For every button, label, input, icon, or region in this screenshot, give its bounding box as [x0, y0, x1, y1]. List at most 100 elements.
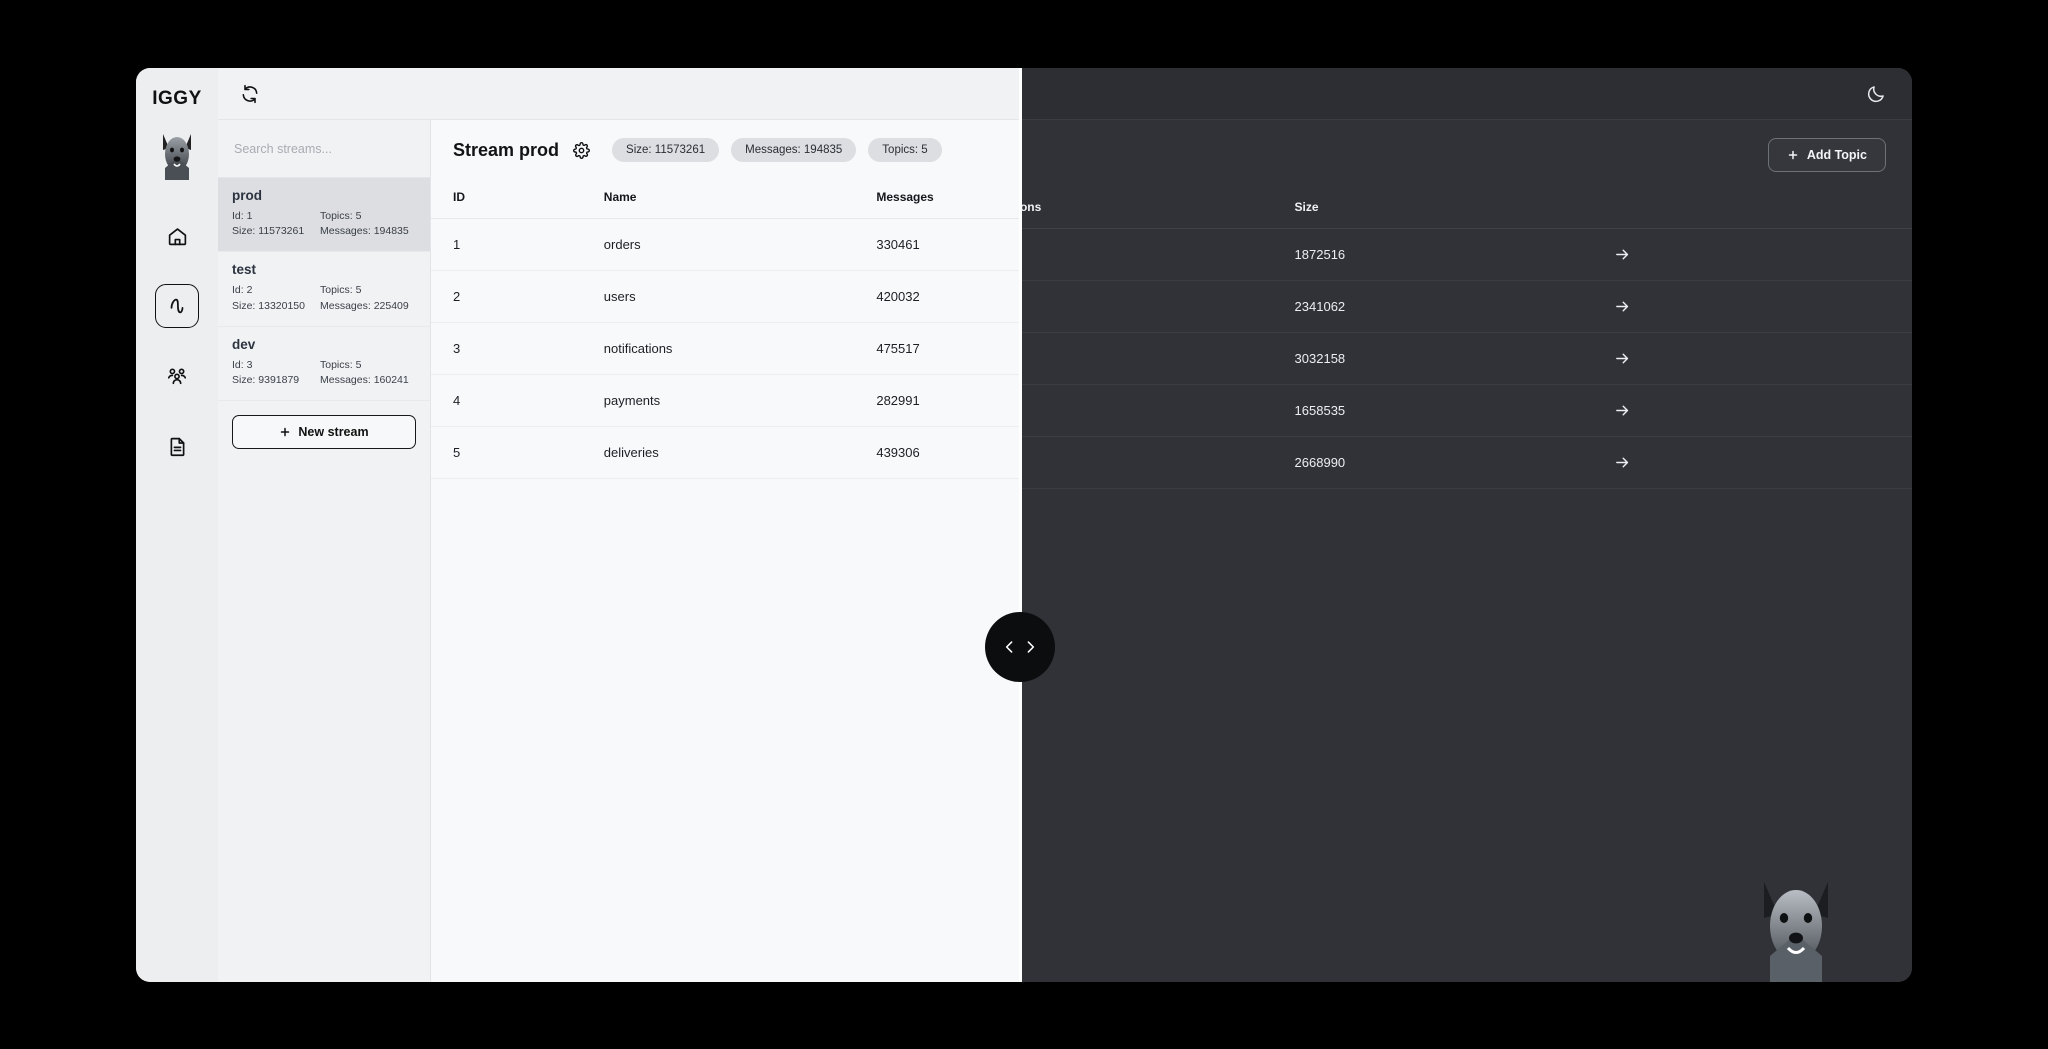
stream-topics: Topics: 5 — [320, 210, 362, 222]
stream-messages: Messages: 160241 — [320, 374, 409, 387]
stream-topics: Topics: 5 — [320, 358, 362, 371]
stream-list-panel: prod Id: 1 Topics: 5 Size: 11573261 Mess… — [218, 120, 431, 982]
cell-id: 4 — [431, 374, 582, 427]
sidebar-item-home[interactable] — [155, 214, 199, 258]
column-header-partitions[interactable]: Partitions — [1021, 186, 1273, 229]
new-stream-button[interactable]: New stream — [232, 415, 416, 450]
cell-size: 1658535 — [1272, 384, 1593, 437]
topics-table: ID Name Messages Partitions Size 1 order… — [431, 176, 1021, 479]
sidebar-rail: IGGY — [136, 68, 218, 982]
table-row[interactable]: 4 payments 282991 2 1658535 — [431, 374, 1021, 427]
status-badge: Topics: 5 — [868, 138, 942, 162]
new-stream-label: New stream — [298, 425, 369, 440]
sidebar-item-users[interactable] — [155, 354, 199, 398]
activity-pulse-icon — [166, 295, 188, 317]
cell-size: 3032158 — [1272, 332, 1593, 385]
cell-name: notifications — [581, 322, 855, 375]
status-badge: Size: 11573261 — [612, 138, 720, 162]
cell-partitions: 2 — [1021, 280, 1273, 333]
arrow-right-icon[interactable] — [1614, 246, 1912, 263]
column-header-name[interactable]: Name — [581, 176, 855, 219]
document-icon — [167, 436, 188, 457]
dark-topics-table: ID Name Messages Partitions Size 1 order… — [1021, 186, 1912, 489]
stream-size: Size: 13320150 — [232, 299, 305, 312]
dark-topbar — [1021, 68, 1912, 120]
table-row[interactable]: 5 deliveries 439306 1 2668990 — [431, 426, 1021, 479]
arrow-right-icon[interactable] — [1614, 350, 1912, 367]
stream-size: Size: 9391879 — [232, 374, 300, 387]
plus-icon — [279, 426, 291, 438]
stream-id: Id: 1 — [232, 210, 253, 222]
table-row[interactable]: 5 deliveries 439306 1 2668990 — [1021, 436, 1912, 489]
cell-action[interactable] — [1592, 384, 1912, 437]
table-row[interactable]: 1 orders 330461 1 1872516 — [431, 218, 1021, 271]
sidebar-item-streams[interactable] — [155, 284, 199, 328]
stream-size: Size: 11573261 — [232, 225, 305, 238]
gear-icon[interactable] — [573, 141, 590, 159]
chevron-left-icon[interactable] — [1001, 636, 1018, 658]
add-topic-button[interactable]: Add Topic — [1767, 138, 1886, 172]
dark-theme-preview: Add Topic ID Name Messages Partitions Si… — [1021, 68, 1912, 982]
cell-action[interactable] — [1592, 436, 1912, 489]
cell-id: 1 — [431, 218, 582, 271]
cell-name: deliveries — [581, 426, 855, 479]
cell-size: 2341062 — [1272, 280, 1593, 333]
column-header-id[interactable]: ID — [431, 176, 582, 219]
arrow-right-icon[interactable] — [1614, 402, 1912, 419]
table-row[interactable]: 4 payments 282991 2 1658535 — [1021, 384, 1912, 437]
cell-name: users — [581, 270, 855, 323]
cell-id: 2 — [431, 270, 582, 323]
stream-list-item[interactable]: test Id: 2 Topics: 5 Size: 13320150 Mess… — [218, 252, 430, 327]
page-title: Stream prod — [453, 139, 560, 160]
stream-topics: Topics: 5 — [320, 284, 362, 297]
plus-icon — [1787, 149, 1799, 161]
cell-messages: 420032 — [854, 270, 1021, 323]
chevron-right-icon[interactable] — [1022, 636, 1039, 658]
arrow-right-icon[interactable] — [1614, 454, 1912, 471]
sidebar-nav — [155, 214, 199, 468]
refresh-icon[interactable] — [240, 84, 260, 104]
table-row[interactable]: 1 orders 330461 1 1872516 — [1021, 228, 1912, 281]
screenshot-stage: IGGY Search streams... prod Id: 1 Topics… — [0, 0, 2048, 1049]
search-input[interactable] — [234, 141, 414, 156]
stream-name: test — [232, 262, 257, 278]
comparison-slider-handle[interactable] — [985, 612, 1055, 682]
topbar — [218, 68, 1021, 120]
cell-messages: 475517 — [854, 322, 1021, 375]
stream-list-item[interactable]: prod Id: 1 Topics: 5 Size: 11573261 Mess… — [218, 178, 430, 253]
app-logo: IGGY — [152, 88, 202, 109]
avatar — [149, 128, 205, 180]
cell-action[interactable] — [1592, 280, 1912, 333]
stream-list-item[interactable]: dev Id: 3 Topics: 5 Size: 9391879 Messag… — [218, 327, 430, 402]
moon-icon[interactable] — [1866, 84, 1886, 104]
table-row[interactable]: 3 notifications 475517 3 3032158 — [1021, 332, 1912, 385]
cell-partitions: 3 — [1021, 332, 1273, 385]
stream-stats-badges: Size: 11573261 Messages: 194835 Topics: … — [612, 138, 942, 162]
cell-name: payments — [581, 374, 855, 427]
table-header-row: ID Name Messages Partitions Size — [431, 176, 1021, 219]
arrow-right-icon[interactable] — [1614, 298, 1912, 315]
cell-action[interactable] — [1592, 228, 1912, 281]
table-row[interactable]: 3 notifications 475517 3 3032158 — [431, 322, 1021, 375]
cell-messages: 330461 — [854, 218, 1021, 271]
column-header-size[interactable]: Size — [1272, 186, 1593, 229]
table-header-row: ID Name Messages Partitions Size — [1021, 186, 1912, 229]
cell-id: 3 — [431, 322, 582, 375]
comparison-divider — [1019, 68, 1022, 982]
users-group-icon — [166, 365, 188, 387]
cell-id: 5 — [431, 426, 582, 479]
cell-action[interactable] — [1592, 332, 1912, 385]
avatar — [1742, 874, 1850, 982]
table-row[interactable]: 2 users 420032 2 2341062 — [1021, 280, 1912, 333]
cell-size: 2668990 — [1272, 436, 1593, 489]
search-streams[interactable] — [218, 120, 430, 178]
cell-messages: 439306 — [854, 426, 1021, 479]
stream-name: dev — [232, 336, 256, 352]
stream-detail: Stream prod Size: 11573261 Messages: 194… — [431, 120, 1021, 982]
light-theme-preview: IGGY Search streams... prod Id: 1 Topics… — [136, 68, 1021, 982]
stream-id: Id: 3 — [232, 358, 253, 371]
sidebar-item-logs[interactable] — [155, 424, 199, 468]
column-header-messages[interactable]: Messages — [854, 176, 1021, 219]
table-row[interactable]: 2 users 420032 2 2341062 — [431, 270, 1021, 323]
stream-messages: Messages: 225409 — [320, 299, 409, 312]
